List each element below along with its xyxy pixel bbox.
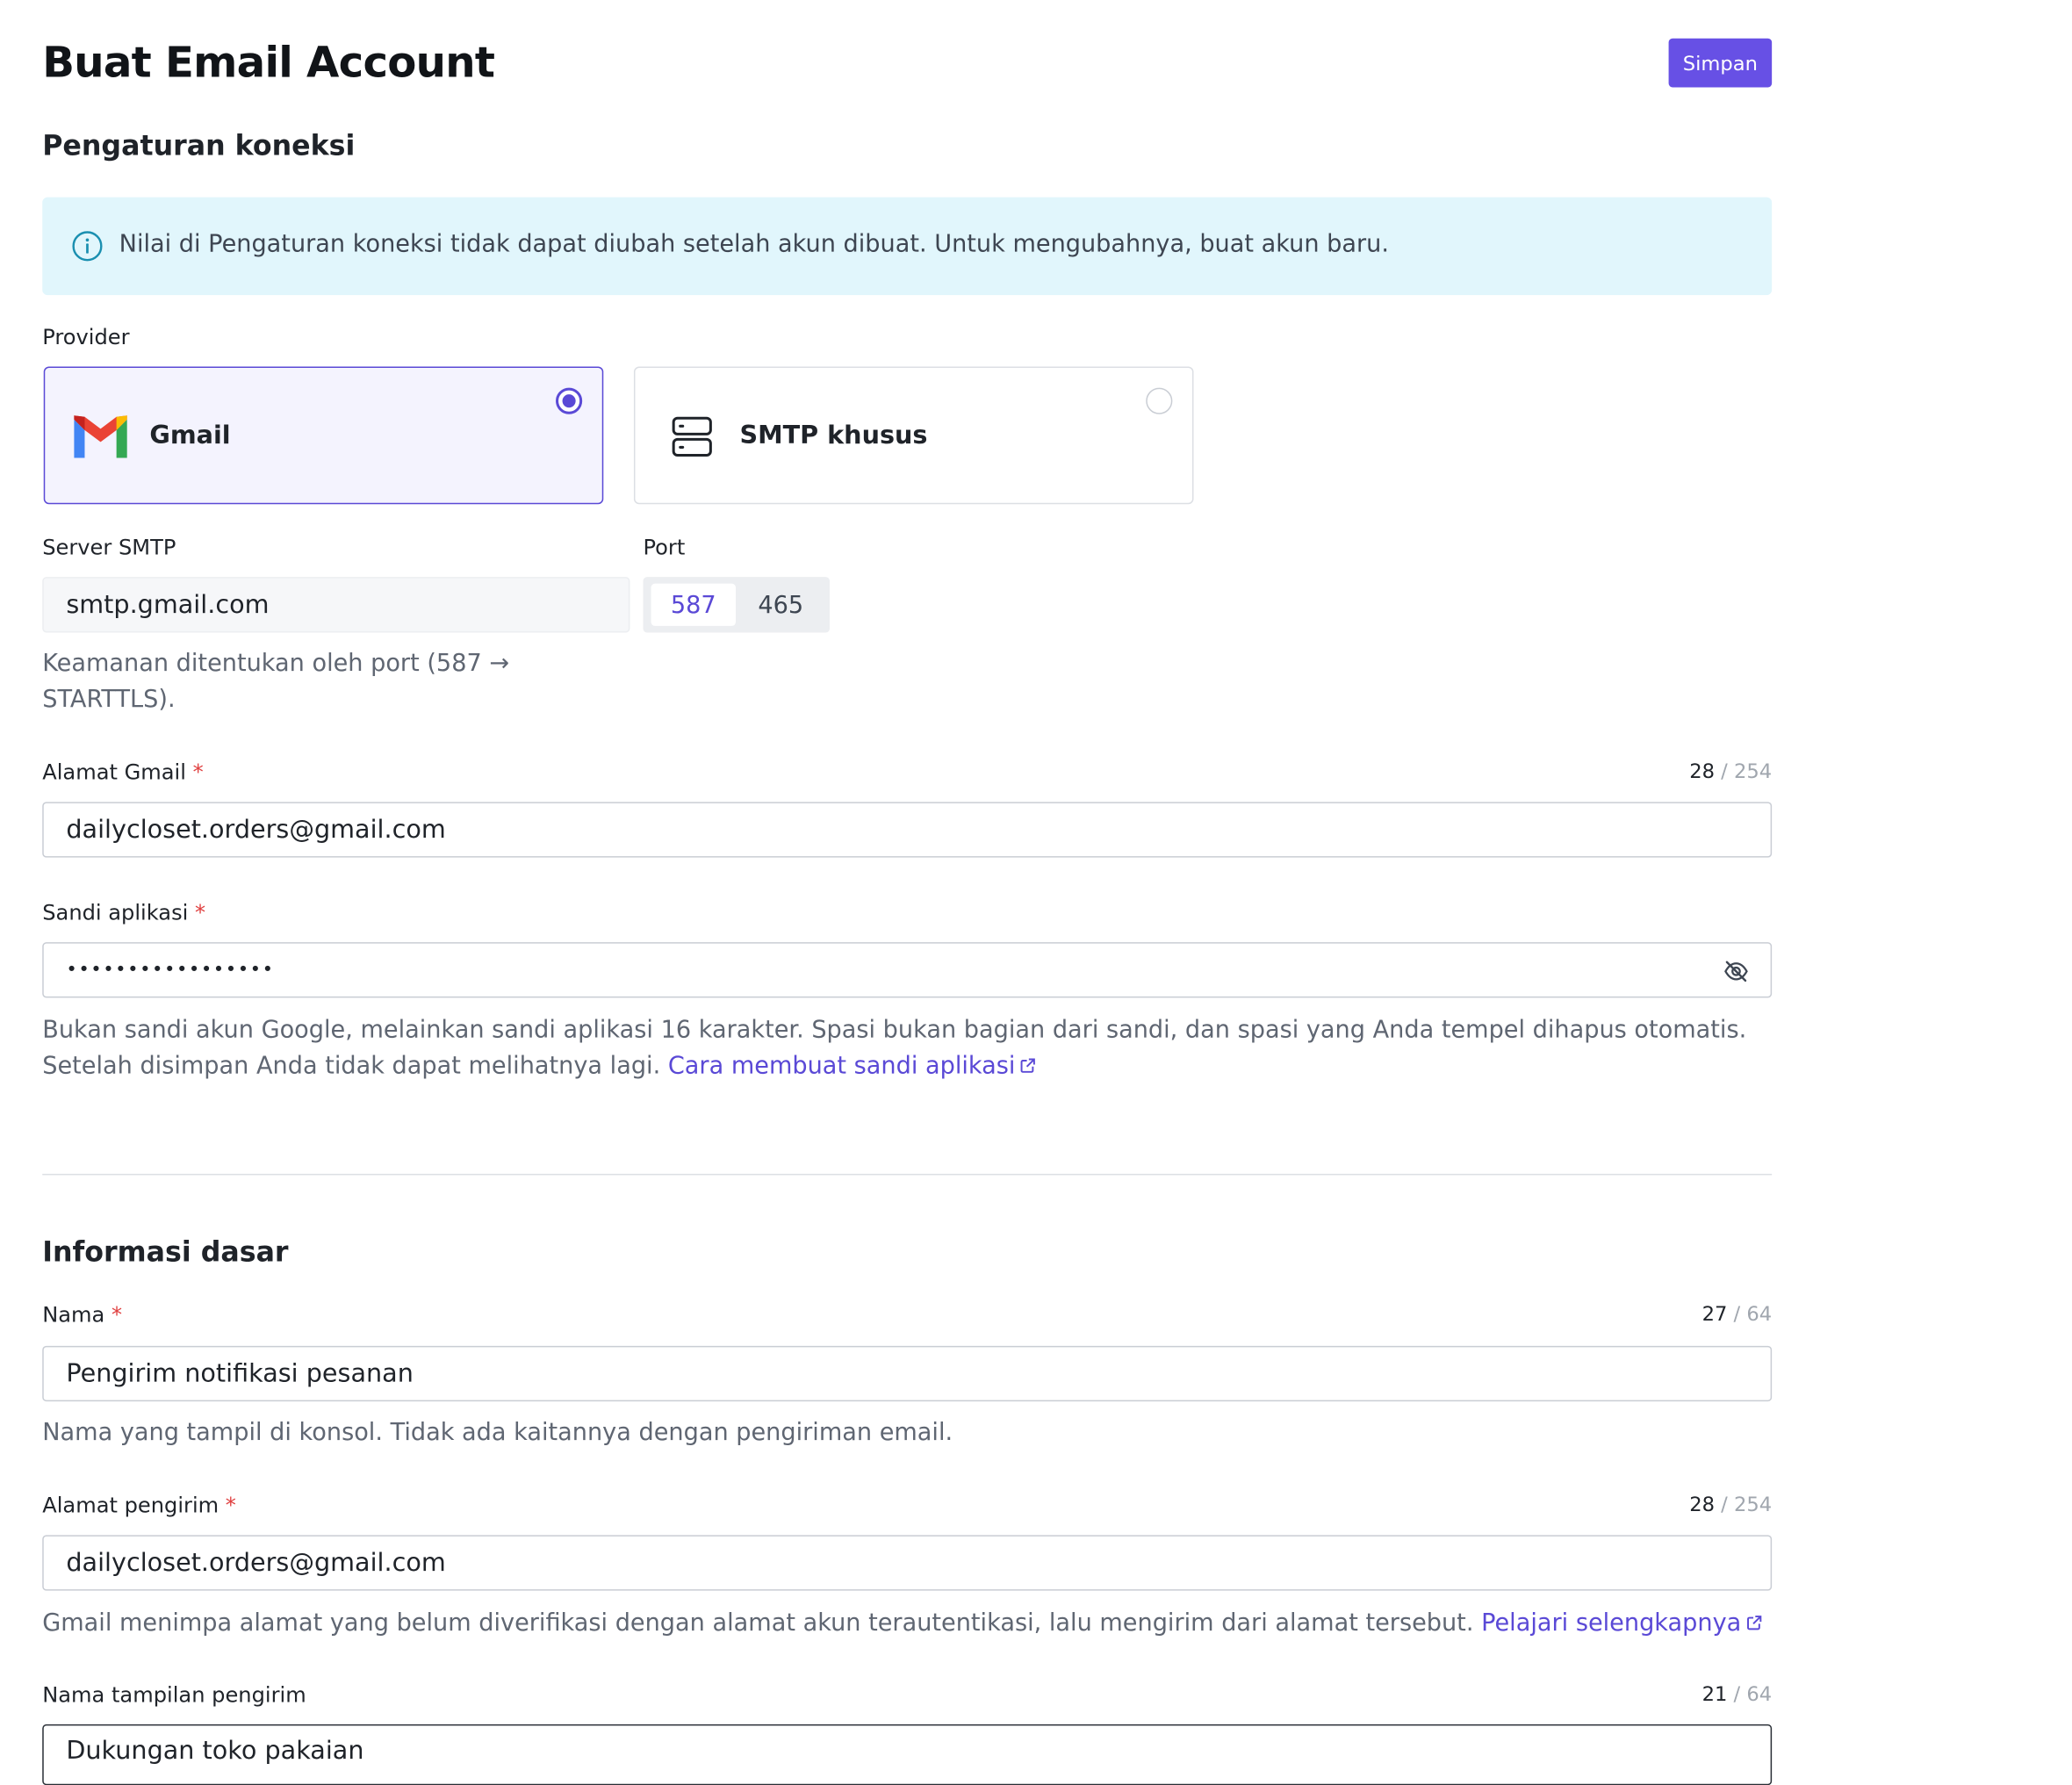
port-label: Port (643, 534, 686, 560)
gmail-address-counter: 28 / 254 (1689, 759, 1773, 784)
required-mark: * (104, 1302, 123, 1328)
sender-address-label: Alamat pengirim * (42, 1493, 236, 1518)
display-name-counter: 21 / 64 (1701, 1681, 1773, 1706)
info-banner: Nilai di Pengaturan koneksi tidak dapat … (42, 197, 1773, 296)
password-value: ••••••••••••••••• (66, 959, 275, 981)
radio-custom-smtp[interactable] (1146, 387, 1173, 414)
provider-option-custom-smtp[interactable]: SMTP khusus (633, 366, 1194, 505)
required-mark: * (219, 1493, 236, 1518)
app-password-label: Sandi aplikasi * (42, 899, 206, 925)
provider-label: Provider (42, 324, 130, 349)
port-selector: 587 465 (643, 577, 831, 633)
app-password-howto-link[interactable]: Cara membuat sandi aplikasi (668, 1052, 1037, 1080)
name-help: Nama yang tampil di konsol. Tidak ada ka… (42, 1418, 953, 1447)
port-option-587[interactable]: 587 (651, 583, 737, 626)
display-name-label: Nama tampilan pengirim (42, 1681, 306, 1708)
name-input[interactable]: Pengirim notifikasi pesanan (42, 1345, 1773, 1402)
required-mark: * (185, 759, 204, 785)
gmail-icon (74, 415, 127, 458)
name-counter: 27 / 64 (1701, 1302, 1773, 1327)
sender-address-counter: 28 / 254 (1689, 1493, 1773, 1517)
server-icon (672, 416, 712, 457)
smtp-server-label: Server SMTP (42, 534, 176, 560)
app-password-input[interactable]: ••••••••••••••••• (42, 942, 1773, 998)
external-link-icon (1021, 1058, 1036, 1073)
provider-label-gmail: Gmail (149, 421, 231, 450)
smtp-server-field: smtp.gmail.com (42, 577, 630, 633)
sender-address-input[interactable]: dailycloset.orders@gmail.com (42, 1535, 1773, 1591)
eye-off-icon[interactable] (1723, 958, 1749, 984)
save-button[interactable]: Simpan (1668, 38, 1773, 88)
info-text: Nilai di Pengaturan koneksi tidak dapat … (119, 230, 1389, 258)
display-name-input[interactable]: Dukungan toko pakaian (42, 1724, 1773, 1785)
provider-label-custom-smtp: SMTP khusus (739, 421, 928, 450)
external-link-icon (1746, 1616, 1762, 1630)
create-email-account-page: Buat Email Account Simpan Pengaturan kon… (0, 0, 2072, 1785)
required-mark: * (188, 899, 206, 925)
section-divider (42, 1173, 1773, 1176)
name-label: Nama * (42, 1302, 123, 1328)
port-security-help: Keamanan ditentukan oleh port (587 → STA… (42, 650, 510, 714)
info-icon (72, 231, 103, 262)
provider-option-gmail[interactable]: Gmail (43, 366, 604, 505)
gmail-address-input[interactable]: dailycloset.orders@gmail.com (42, 802, 1773, 858)
section-title-basic-info: Informasi dasar (42, 1235, 289, 1268)
sender-address-help: Gmail menimpa alamat yang belum diverifi… (42, 1605, 1762, 1641)
port-option-465[interactable]: 465 (738, 584, 823, 626)
section-title-connection: Pengaturan koneksi (42, 129, 356, 162)
page-title: Buat Email Account (42, 37, 495, 88)
learn-more-link[interactable]: Pelajari selengkapnya (1481, 1609, 1762, 1637)
gmail-address-label: Alamat Gmail * (42, 759, 204, 785)
radio-gmail-selected[interactable] (556, 387, 583, 414)
app-password-help: Bukan sandi akun Google, melainkan sandi… (42, 1016, 1747, 1080)
